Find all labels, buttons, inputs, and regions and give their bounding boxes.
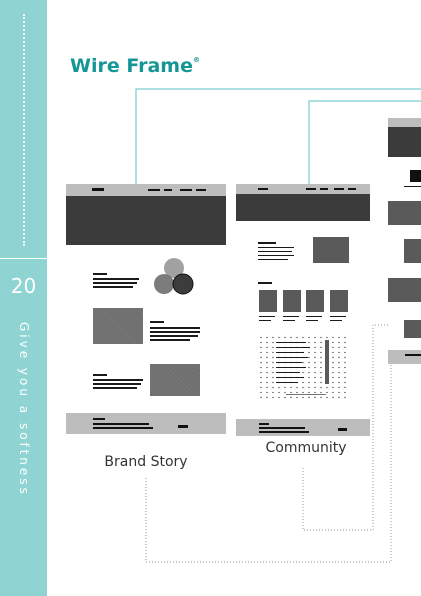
wf1-text-line [150,327,200,329]
wf2-card-text [330,320,342,321]
wf2-list-line [276,377,304,378]
wf2-pagination [286,394,326,395]
wf2-card-text [283,320,295,321]
wf2-list-line [276,357,308,358]
wf2-text-line [258,247,294,248]
wf1-text-line [93,286,133,288]
wf1-text-line [93,273,107,275]
connector-brand-story [135,88,421,184]
wf1-text-line [93,383,141,385]
wf1-footer-line [93,427,153,429]
wf2-section-title [258,282,272,284]
wf2-nav-item [334,188,344,190]
wf1-nav-item [148,189,160,191]
wf2-list-line [276,362,302,363]
wf1-text-line [93,387,137,389]
wf1-text-line [93,379,143,381]
wf1-text-line [93,282,137,284]
wf1-hero [66,196,226,245]
wf2-footer-line [259,423,269,425]
wf2-image-block [313,237,349,263]
wf2-text-line [258,242,276,244]
wf2-list-line [276,367,306,368]
wf3-block [388,201,421,225]
wf1-image-block [93,308,143,344]
wf2-card-image [330,290,348,312]
wf3-block [404,239,421,263]
wf1-nav-item [180,189,192,191]
wf2-card-image [259,290,277,312]
wf2-card-text [330,316,346,317]
wireframe-brand-story [66,184,226,434]
wf3-icon [410,170,421,182]
wf2-list-line [276,352,304,353]
wf2-text-line [258,259,288,260]
wf3-block [404,320,421,338]
wf1-text-line [150,331,200,333]
wf2-card-text [259,316,275,317]
wf2-list-line [276,342,306,343]
wf2-nav-item [306,188,316,190]
wf2-text-line [258,255,294,256]
wf2-footer-line [259,431,309,433]
caption-brand-story: Brand Story [104,454,188,470]
caption-community: Community [265,440,347,456]
wf1-circle-cluster [154,258,194,295]
wf2-text-line [258,251,292,252]
wf3-nav-bar [388,118,421,127]
wf1-text-line [150,335,198,337]
wf2-card-text [283,316,299,317]
wf3-footer [388,350,421,364]
wf2-footer-icons [338,428,347,431]
wf3-block [388,278,421,302]
wf2-list-line [276,382,298,383]
wf2-footer-line [259,427,305,429]
wf2-list-line [276,372,300,373]
wireframe-partial [388,118,421,364]
wf1-nav-item [164,189,172,191]
wf1-text-line [93,278,139,280]
wf2-card-text [306,316,322,317]
wf2-logo [258,188,268,190]
wf2-nav-item [348,188,356,190]
wf2-card-image [283,290,301,312]
wf1-nav-item [196,189,206,191]
wf3-footer-line [405,354,421,356]
wf1-text-line [150,339,190,341]
wf1-footer-icons [178,425,188,428]
wf3-hero [388,127,421,157]
wf1-footer-line [93,418,105,420]
wf2-hero [236,194,370,221]
wireframe-community [236,184,370,436]
wf2-card-image [306,290,324,312]
wf1-footer-line [93,423,149,425]
wf2-nav-item [320,188,328,190]
wf1-logo [92,188,104,191]
wf2-list-line [276,347,310,348]
wf1-image-block [150,364,200,396]
wf3-text-line [404,186,421,187]
wf2-card-text [259,320,271,321]
wf1-text-line [150,321,164,323]
wf1-text-line [93,374,107,376]
wf2-card-text [306,320,318,321]
wf2-calendar-highlight [325,340,329,384]
